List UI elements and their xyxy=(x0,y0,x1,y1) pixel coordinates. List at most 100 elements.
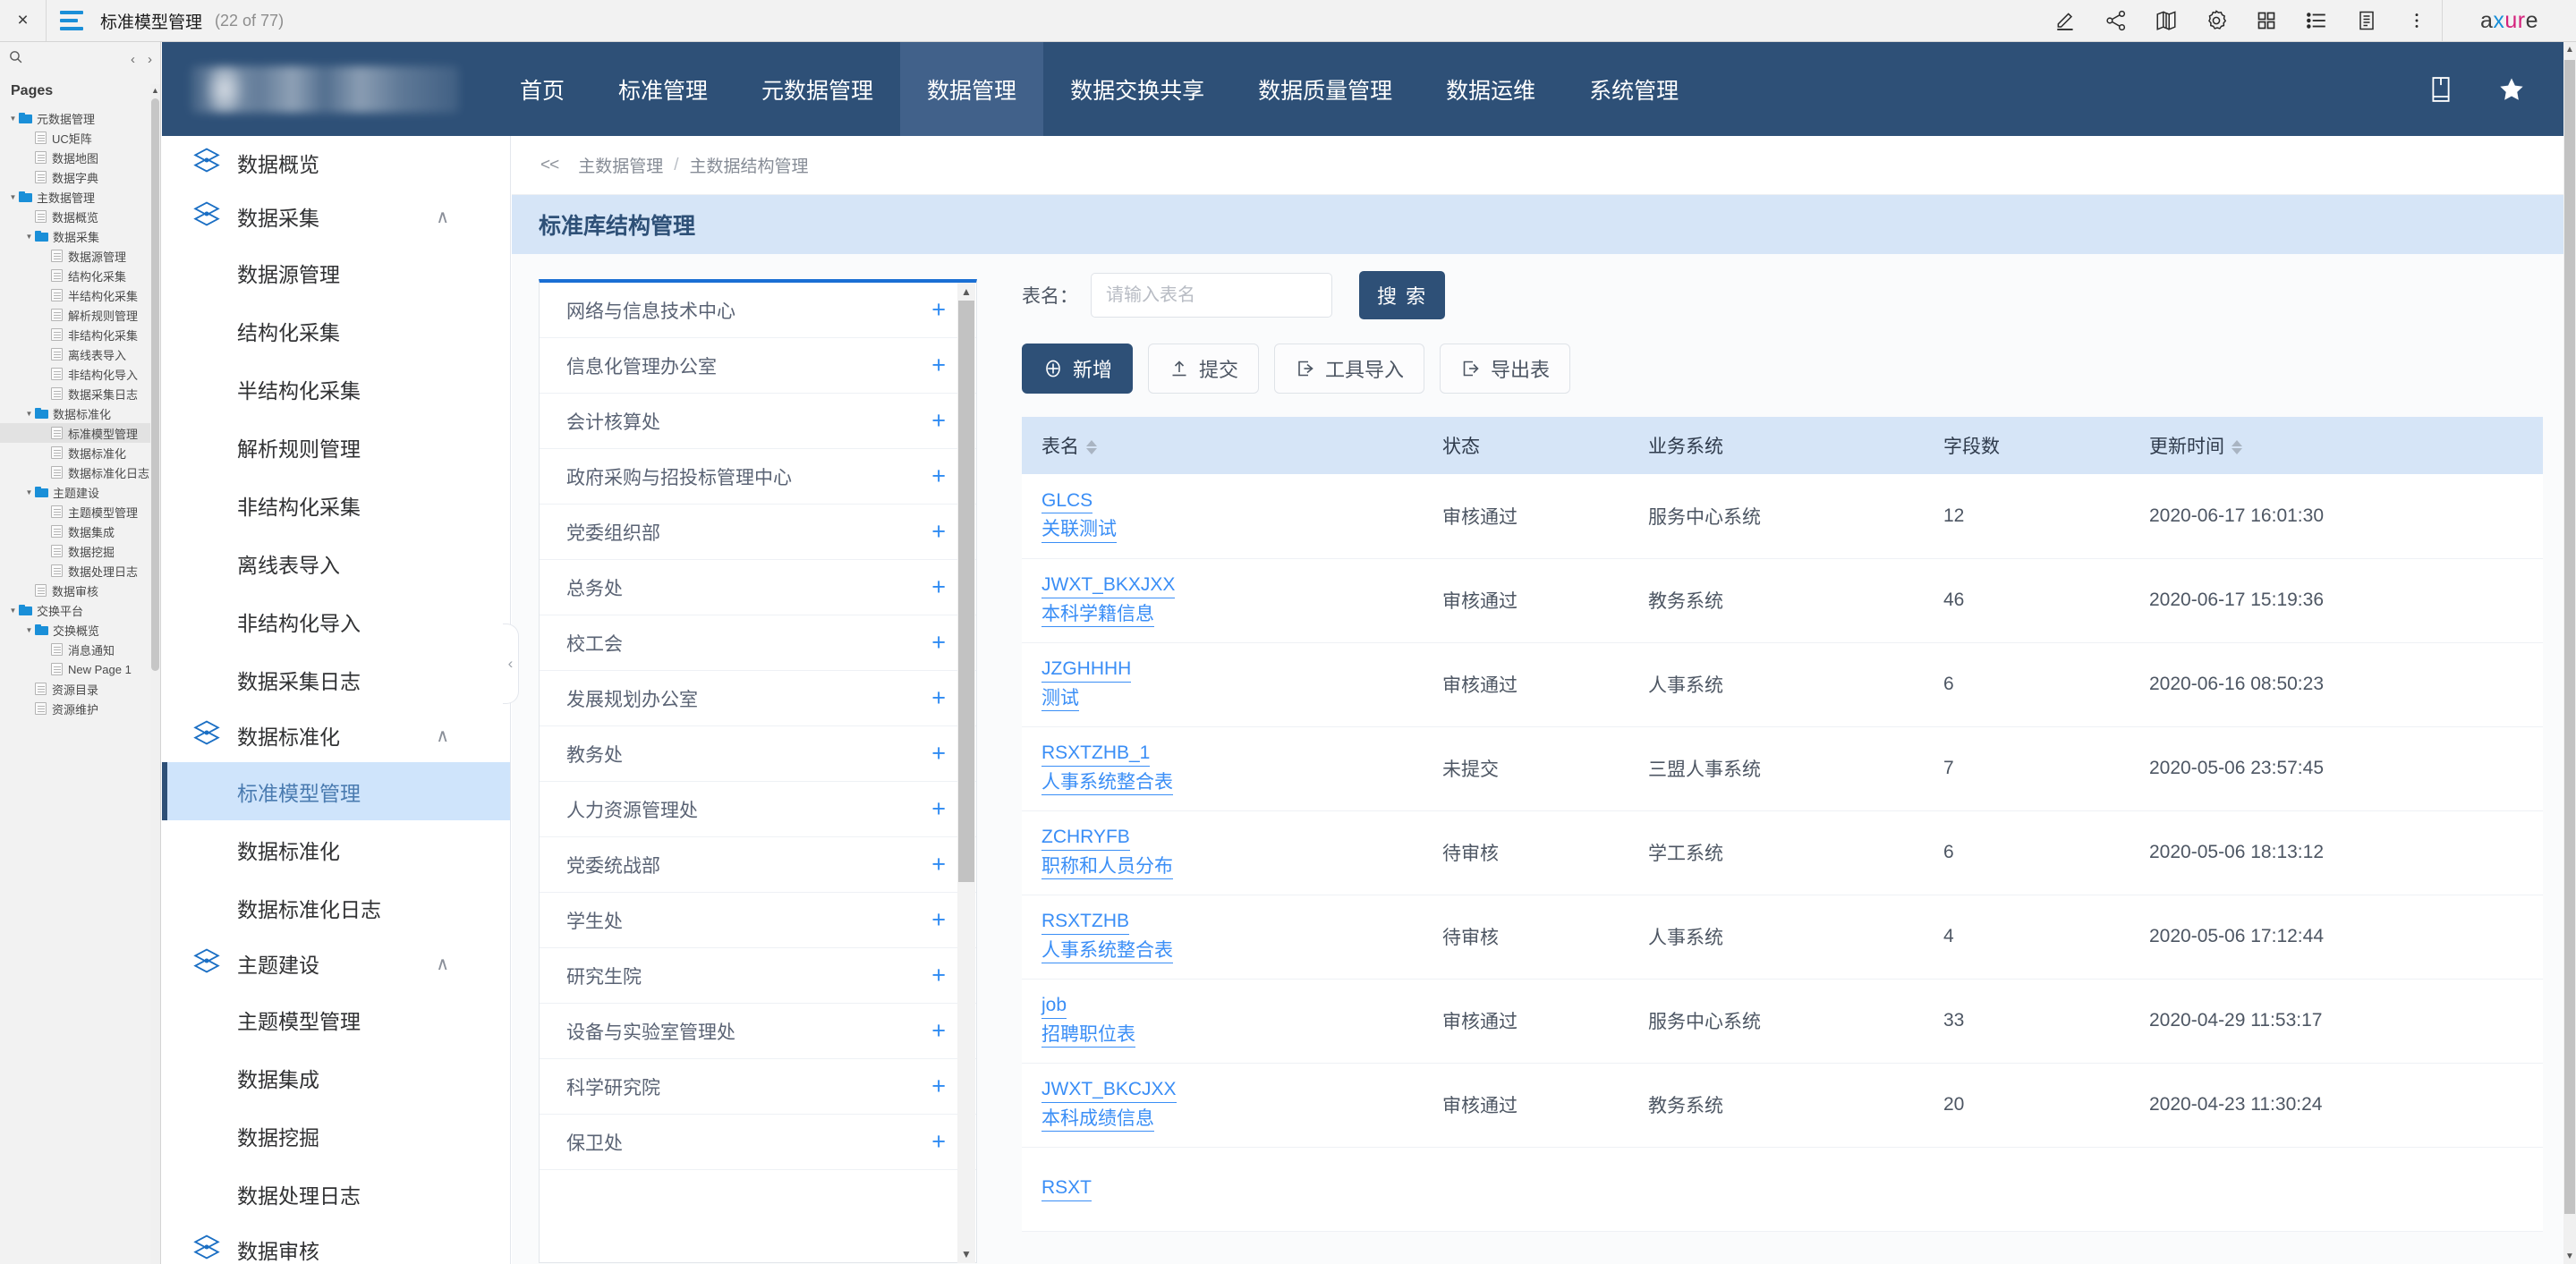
app-scroll-down-arrow[interactable]: ▼ xyxy=(2563,1251,2576,1261)
tree-expand-chevron-icon[interactable]: ▼ xyxy=(7,115,19,123)
nav-tab[interactable]: 数据交换共享 xyxy=(1043,42,1231,136)
book-icon[interactable] xyxy=(2427,75,2454,104)
tree-page[interactable]: 消息通知 xyxy=(0,640,160,659)
menu-item[interactable]: 非结构化采集 xyxy=(162,476,510,534)
add-department-icon[interactable]: + xyxy=(931,298,946,322)
tree-page[interactable]: 结构化采集 xyxy=(0,266,160,285)
chevron-up-icon[interactable]: ∧ xyxy=(436,206,449,227)
tree-page[interactable]: 主题模型管理 xyxy=(0,502,160,522)
add-department-icon[interactable]: + xyxy=(931,353,946,378)
department-scrollbar[interactable]: ▲ ▼ xyxy=(957,283,975,1263)
department-row[interactable]: 研究生院 + xyxy=(540,948,976,1004)
star-icon[interactable] xyxy=(2497,75,2526,104)
department-row[interactable]: 校工会 + xyxy=(540,615,976,671)
menu-item[interactable]: 数据标准化 xyxy=(162,820,510,878)
edit-pencil-icon[interactable] xyxy=(2041,0,2091,41)
table-name-link[interactable]: ZCHRYFB 职称和人员分布 xyxy=(1041,826,1424,879)
table-column-header[interactable]: 更新时间 xyxy=(2131,417,2543,474)
tree-folder[interactable]: ▼ 主题建设 xyxy=(0,482,160,502)
app-scroll-thumb[interactable] xyxy=(2564,60,2575,1214)
dept-scroll-up-arrow[interactable]: ▲ xyxy=(957,285,975,298)
department-row[interactable]: 科学研究院 + xyxy=(540,1059,976,1115)
menu-item[interactable]: 主题模型管理 xyxy=(162,990,510,1048)
table-row[interactable]: GLCS 关联测试 审核通过 服务中心系统 12 2020-06-17 16:01:30 xyxy=(1022,474,2543,559)
department-row[interactable]: 学生处 + xyxy=(540,893,976,948)
tree-expand-chevron-icon[interactable]: ▼ xyxy=(23,233,35,241)
tree-page[interactable]: 数据处理日志 xyxy=(0,561,160,581)
tree-page[interactable]: 数据概览 xyxy=(0,207,160,226)
department-row[interactable]: 网络与信息技术中心 + xyxy=(540,283,976,338)
add-department-icon[interactable]: + xyxy=(931,1130,946,1154)
tree-expand-chevron-icon[interactable]: ▼ xyxy=(23,626,35,634)
add-department-icon[interactable]: + xyxy=(931,908,946,932)
panel-toggle-icon[interactable] xyxy=(47,0,97,41)
notes-icon[interactable] xyxy=(2342,0,2392,41)
tree-page[interactable]: 数据源管理 xyxy=(0,246,160,266)
menu-group[interactable]: 数据标准化 ∧ xyxy=(162,708,510,762)
tree-folder[interactable]: ▼ 元数据管理 xyxy=(0,108,160,128)
search-button[interactable]: 搜 索 xyxy=(1359,271,1446,319)
search-input[interactable] xyxy=(1091,273,1332,318)
department-row[interactable]: 信息化管理办公室 + xyxy=(540,338,976,394)
prev-page-button[interactable]: ‹ xyxy=(131,52,135,67)
action-button-3[interactable]: 工具导入 xyxy=(1274,344,1425,394)
add-department-icon[interactable]: + xyxy=(931,409,946,433)
menu-item[interactable]: 数据源管理 xyxy=(162,243,510,301)
tree-page[interactable]: 数据挖掘 xyxy=(0,541,160,561)
menu-item[interactable]: 数据标准化日志 xyxy=(162,878,510,937)
more-vertical-icon[interactable] xyxy=(2392,0,2442,41)
add-department-icon[interactable]: + xyxy=(931,963,946,988)
grid-icon[interactable] xyxy=(2241,0,2291,41)
department-row[interactable]: 政府采购与招投标管理中心 + xyxy=(540,449,976,505)
add-department-icon[interactable]: + xyxy=(931,464,946,488)
nav-tab[interactable]: 元数据管理 xyxy=(735,42,900,136)
tree-page[interactable]: UC矩阵 xyxy=(0,128,160,148)
sitemap-icon[interactable] xyxy=(2141,0,2191,41)
nav-tab[interactable]: 数据质量管理 xyxy=(1231,42,1419,136)
tree-page[interactable]: 解析规则管理 xyxy=(0,305,160,325)
add-department-icon[interactable]: + xyxy=(931,686,946,710)
action-button-4[interactable]: 导出表 xyxy=(1440,344,1571,394)
table-name-link[interactable]: GLCS 关联测试 xyxy=(1041,489,1424,543)
app-scrollbar[interactable]: ▲ ▼ xyxy=(2563,42,2576,1264)
table-row[interactable]: ZCHRYFB 职称和人员分布 待审核 学工系统 6 2020-05-06 18:13:1… xyxy=(1022,810,2543,895)
menu-item[interactable]: 半结构化采集 xyxy=(162,360,510,418)
add-department-icon[interactable]: + xyxy=(931,853,946,877)
breadcrumb-parent[interactable]: 主数据管理 xyxy=(578,153,663,177)
dept-scroll-down-arrow[interactable]: ▼ xyxy=(957,1248,975,1260)
tree-expand-chevron-icon[interactable]: ▼ xyxy=(23,410,35,418)
add-department-icon[interactable]: + xyxy=(931,797,946,821)
tree-folder[interactable]: ▼ 交换概览 xyxy=(0,620,160,640)
tree-page[interactable]: 资源目录 xyxy=(0,679,160,699)
department-row[interactable]: 党委统战部 + xyxy=(540,837,976,893)
table-row[interactable]: RSXT xyxy=(1022,1147,2543,1232)
department-row[interactable]: 党委组织部 + xyxy=(540,505,976,560)
menu-group[interactable]: 数据概览 xyxy=(162,136,510,190)
app-scroll-up-arrow[interactable]: ▲ xyxy=(2563,45,2576,55)
menu-group[interactable]: 数据审核 xyxy=(162,1223,510,1264)
sort-toggle-icon[interactable] xyxy=(2232,440,2242,455)
share-icon[interactable] xyxy=(2091,0,2141,41)
menu-item[interactable]: 数据处理日志 xyxy=(162,1165,510,1223)
nav-tab[interactable]: 标准管理 xyxy=(591,42,735,136)
department-row[interactable]: 会计核算处 + xyxy=(540,394,976,449)
tree-page[interactable]: 资源维护 xyxy=(0,699,160,718)
table-name-link[interactable]: RSXTZHB 人事系统整合表 xyxy=(1041,910,1424,963)
menu-group[interactable]: 主题建设 ∧ xyxy=(162,937,510,990)
tree-page[interactable]: 标准模型管理 xyxy=(0,423,160,443)
tree-folder[interactable]: ▼ 数据采集 xyxy=(0,226,160,246)
tree-page[interactable]: 数据采集日志 xyxy=(0,384,160,403)
nav-tab[interactable]: 首页 xyxy=(493,42,591,136)
tree-page[interactable]: 离线表导入 xyxy=(0,344,160,364)
table-row[interactable]: JWXT_BKXJXX 本科学籍信息 审核通过 教务系统 46 2020-06-17 15… xyxy=(1022,558,2543,643)
menu-item[interactable]: 解析规则管理 xyxy=(162,418,510,476)
close-button[interactable]: × xyxy=(0,0,47,41)
tree-page[interactable]: 数据标准化日志 xyxy=(0,462,160,482)
menu-item[interactable]: 非结构化导入 xyxy=(162,592,510,650)
tree-page[interactable]: 半结构化采集 xyxy=(0,285,160,305)
nav-tab[interactable]: 数据运维 xyxy=(1419,42,1562,136)
add-department-icon[interactable]: + xyxy=(931,631,946,655)
tree-folder[interactable]: ▼ 交换平台 xyxy=(0,600,160,620)
menu-item[interactable]: 结构化采集 xyxy=(162,301,510,360)
menu-item[interactable]: 离线表导入 xyxy=(162,534,510,592)
